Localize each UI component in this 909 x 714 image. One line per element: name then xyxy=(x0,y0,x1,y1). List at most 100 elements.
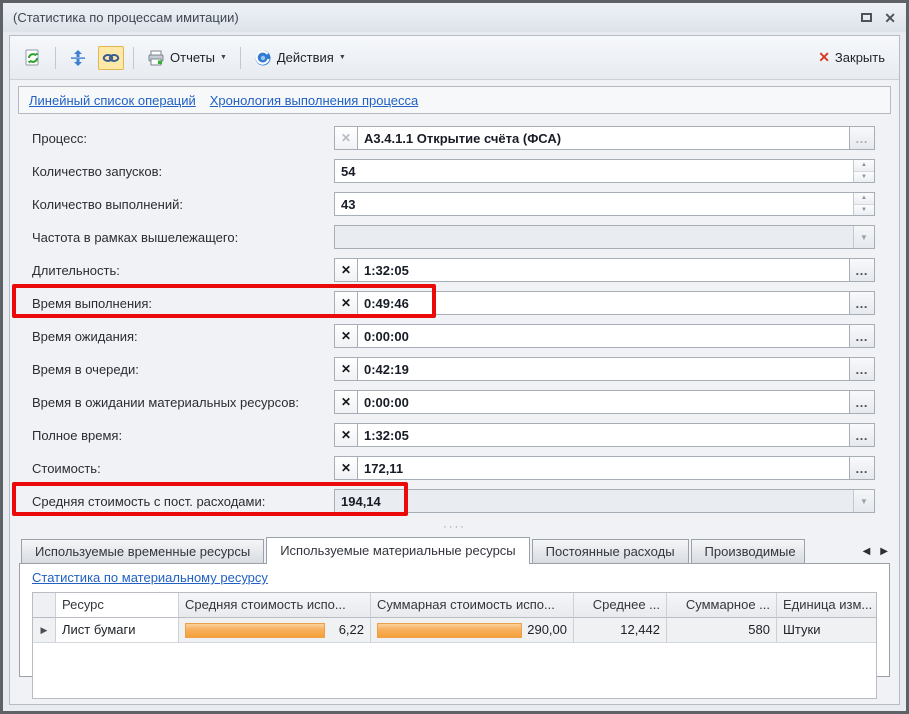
tab-fixed-costs[interactable]: Постоянные расходы xyxy=(532,539,689,563)
column-header-total-qty[interactable]: Суммарное ... xyxy=(667,593,777,618)
chain-link-icon xyxy=(102,49,120,67)
form-row-execution-time: Время выполнения: ✕ … xyxy=(32,291,899,315)
spin-up-icon[interactable]: ▲ xyxy=(854,160,874,172)
clear-icon: ✕ xyxy=(335,127,358,149)
tab-strip: Используемые временные ресурсы Используе… xyxy=(19,536,890,563)
cell-total-cost: 290,00 xyxy=(371,618,574,643)
link-toggle-button[interactable] xyxy=(98,46,124,70)
field-label: Время в очереди: xyxy=(32,362,334,377)
ellipsis-button[interactable]: … xyxy=(849,325,874,347)
form-row-full-time: Полное время: ✕ … xyxy=(32,423,899,447)
spinner[interactable]: ▲ ▼ xyxy=(853,160,874,182)
refresh-button[interactable] xyxy=(20,46,46,70)
link-linear-operations[interactable]: Линейный список операций xyxy=(29,93,196,108)
column-header-avg-cost[interactable]: Средняя стоимость испо... xyxy=(179,593,371,618)
form-row-cost: Стоимость: ✕ … xyxy=(32,456,899,480)
frequency-field xyxy=(335,226,853,248)
tab-time-resources[interactable]: Используемые временные ресурсы xyxy=(21,539,264,563)
field-label: Процесс: xyxy=(32,131,334,146)
dropdown-icon: ▼ xyxy=(853,226,874,248)
cost-field[interactable] xyxy=(358,457,849,479)
reports-button[interactable]: Отчеты ▼ xyxy=(143,46,231,70)
column-header-total-cost[interactable]: Суммарная стоимость испо... xyxy=(371,593,574,618)
avg-cost-with-fixed-field xyxy=(335,490,853,512)
ellipsis-button[interactable]: … xyxy=(849,259,874,281)
clear-icon[interactable]: ✕ xyxy=(335,259,358,281)
actions-button[interactable]: Действия ▼ xyxy=(250,46,350,70)
form-row-queue-time: Время в очереди: ✕ … xyxy=(32,357,899,381)
app-window: (Статистика по процессам имитации) ✕ xyxy=(0,0,909,714)
cell-unit: Штуки xyxy=(777,618,876,643)
form-row-material-wait-time: Время в ожидании материальных ресурсов: … xyxy=(32,390,899,414)
column-header-avg-qty[interactable]: Среднее ... xyxy=(574,593,667,618)
toolbar: Отчеты ▼ Действия ▼ ✕ Закрыть xyxy=(10,36,899,80)
toolbar-separator xyxy=(133,47,134,69)
field-label: Время ожидания: xyxy=(32,329,334,344)
window-body: Отчеты ▼ Действия ▼ ✕ Закрыть xyxy=(9,35,900,705)
execution-count-field[interactable] xyxy=(335,193,853,215)
clear-icon[interactable]: ✕ xyxy=(335,391,358,413)
column-header-unit[interactable]: Единица изм... xyxy=(777,593,876,618)
ellipsis-button[interactable]: … xyxy=(849,424,874,446)
tab-scroll-right-icon[interactable]: ▶ xyxy=(880,546,888,557)
full-time-field[interactable] xyxy=(358,424,849,446)
window-title: (Статистика по процессам имитации) xyxy=(13,10,861,25)
clear-icon[interactable]: ✕ xyxy=(335,292,358,314)
material-wait-time-field[interactable] xyxy=(358,391,849,413)
field-label: Средняя стоимость с пост. расходами: xyxy=(32,494,334,509)
spin-down-icon[interactable]: ▼ xyxy=(854,205,874,216)
clear-icon[interactable]: ✕ xyxy=(335,457,358,479)
ellipsis-button[interactable]: … xyxy=(849,391,874,413)
form-row-duration: Длительность: ✕ … xyxy=(32,258,899,282)
splitter-handle[interactable]: ···· xyxy=(10,522,899,536)
maximize-icon[interactable] xyxy=(861,13,872,22)
link-material-resource-stats[interactable]: Статистика по материальному ресурсу xyxy=(32,570,268,585)
wait-time-field[interactable] xyxy=(358,325,849,347)
clear-icon[interactable]: ✕ xyxy=(335,358,358,380)
ellipsis-button[interactable]: … xyxy=(849,358,874,380)
ellipsis-button[interactable]: … xyxy=(849,457,874,479)
statistics-form: Процесс: ✕ … Количество запусков: ▲ ▼ xyxy=(10,114,899,513)
clear-icon[interactable]: ✕ xyxy=(335,424,358,446)
queue-time-field[interactable] xyxy=(358,358,849,380)
link-process-chronology[interactable]: Хронология выполнения процесса xyxy=(210,93,418,108)
grid-empty-area xyxy=(33,643,876,698)
field-label: Время в ожидании материальных ресурсов: xyxy=(32,395,334,410)
total-cost-bar xyxy=(377,623,522,638)
duration-field[interactable] xyxy=(358,259,849,281)
printer-icon xyxy=(147,49,165,67)
field-label: Количество выполнений: xyxy=(32,197,334,212)
chevron-down-icon: ▼ xyxy=(339,54,346,61)
toolbar-separator xyxy=(240,47,241,69)
fit-height-icon xyxy=(69,49,87,67)
close-button[interactable]: ✕ Закрыть xyxy=(814,46,889,69)
fit-rows-button[interactable] xyxy=(65,46,91,70)
spin-up-icon[interactable]: ▲ xyxy=(854,193,874,205)
spinner[interactable]: ▲ ▼ xyxy=(853,193,874,215)
column-header-resource[interactable]: Ресурс xyxy=(56,593,179,618)
tab-produced[interactable]: Производимые xyxy=(691,539,805,563)
window-close-icon[interactable]: ✕ xyxy=(884,11,896,25)
cell-avg-cost: 6,22 xyxy=(179,618,371,643)
table-row[interactable]: ▶ Лист бумаги 6,22 290,00 12,442 580 Шту… xyxy=(33,618,876,643)
process-field[interactable] xyxy=(358,127,849,149)
tab-scroll-left-icon[interactable]: ◀ xyxy=(863,546,871,557)
close-x-icon: ✕ xyxy=(818,49,830,66)
tab-panel-material-resources: Статистика по материальному ресурсу Ресу… xyxy=(19,563,890,677)
ellipsis-button[interactable]: … xyxy=(849,292,874,314)
tab-material-resources[interactable]: Используемые материальные ресурсы xyxy=(266,537,529,564)
spin-down-icon[interactable]: ▼ xyxy=(854,172,874,183)
actions-globe-icon xyxy=(254,49,272,67)
reports-label: Отчеты xyxy=(170,50,215,65)
close-label: Закрыть xyxy=(835,50,885,65)
title-bar: (Статистика по процессам имитации) ✕ xyxy=(3,3,906,32)
grid-header-row: Ресурс Средняя стоимость испо... Суммарн… xyxy=(33,593,876,618)
dropdown-icon: ▼ xyxy=(853,490,874,512)
field-label: Количество запусков: xyxy=(32,164,334,179)
execution-time-field[interactable] xyxy=(358,292,849,314)
launch-count-field[interactable] xyxy=(335,160,853,182)
form-row-avg-cost-with-fixed: Средняя стоимость с пост. расходами: ▼ xyxy=(32,489,899,513)
ellipsis-button[interactable]: … xyxy=(849,127,874,149)
clear-icon[interactable]: ✕ xyxy=(335,325,358,347)
row-marker-icon: ▶ xyxy=(33,618,56,643)
